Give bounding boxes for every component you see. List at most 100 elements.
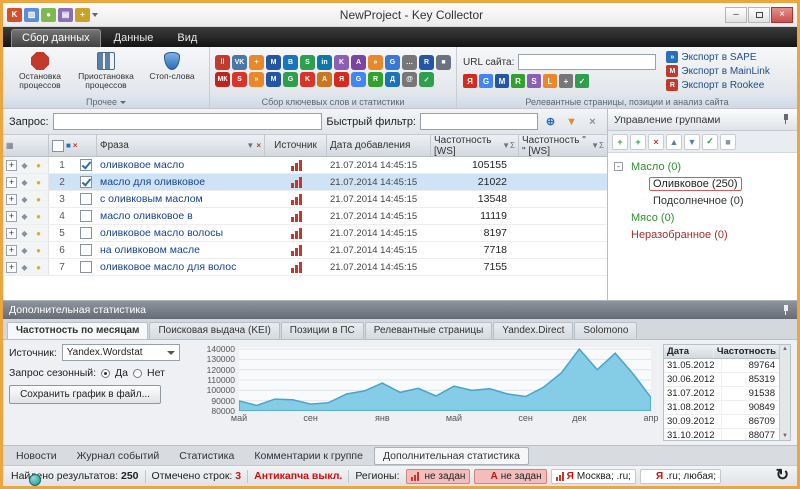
row-bin-icon[interactable]: ◆ [18, 210, 31, 223]
region-badge[interactable]: не задан [406, 469, 471, 484]
select-all-checkbox[interactable] [52, 140, 64, 152]
region-badge[interactable]: Я .ru; любая; [640, 469, 721, 484]
groups-toolbar-icon[interactable]: ■ [720, 134, 736, 150]
tree-node[interactable]: Подсолнечное (0) [610, 192, 795, 209]
row-expand-icon[interactable]: + [6, 211, 17, 222]
col-header-date[interactable]: Дата добавления [327, 135, 431, 156]
row-lamp-icon[interactable]: ● [32, 193, 45, 206]
ribbon-big-button[interactable]: Приостановка процессов [74, 49, 138, 94]
groups-toolbar-icon[interactable]: × [648, 134, 664, 150]
service-icon[interactable]: VK [232, 55, 247, 70]
groups-toolbar-icon[interactable]: + [612, 134, 628, 150]
row-checkbox[interactable] [80, 159, 92, 171]
groups-toolbar-icon[interactable]: ▼ [684, 134, 700, 150]
tree-node[interactable]: - Масло (0) [610, 158, 795, 175]
save-chart-button[interactable]: Сохранить график в файл... [9, 385, 161, 404]
ribbon-big-button[interactable]: Остановка процессов [8, 49, 72, 94]
minimize-button[interactable]: – [725, 7, 747, 23]
service-icon[interactable]: L [543, 74, 557, 88]
service-icon[interactable]: ✓ [419, 72, 434, 87]
row-bin-icon[interactable]: ◆ [18, 244, 31, 257]
row-expand-icon[interactable]: + [6, 228, 17, 239]
row-bin-icon[interactable]: ◆ [18, 193, 31, 206]
freq-col-date[interactable]: Дата [664, 345, 714, 358]
service-icon[interactable]: K [334, 55, 349, 70]
ribbon-tab[interactable]: Вид [166, 29, 208, 47]
groups-toolbar-icon[interactable]: ▲ [666, 134, 682, 150]
qat-icon[interactable]: + [75, 8, 90, 22]
service-icon[interactable]: B [283, 55, 298, 70]
region-badge[interactable]: Я Москва; .ru; [551, 469, 636, 484]
row-bin-icon[interactable]: ◆ [18, 159, 31, 172]
service-icon[interactable]: R [419, 55, 434, 70]
service-icon[interactable]: ✓ [575, 74, 589, 88]
row-lamp-icon[interactable]: ● [32, 244, 45, 257]
row-expand-icon[interactable]: + [6, 177, 17, 188]
row-lamp-icon[interactable]: ● [32, 227, 45, 240]
service-icon[interactable]: G [351, 72, 366, 87]
table-row[interactable]: + ◆ ● 7 оливковое масло для волос 21.07.… [3, 259, 607, 276]
filter-funnel-icon[interactable]: ▼ [563, 113, 580, 130]
bottom-tab[interactable]: Комментарии к группе [245, 447, 372, 465]
service-icon[interactable]: M [266, 55, 281, 70]
row-lamp-icon[interactable]: ● [32, 210, 45, 223]
row-checkbox[interactable] [80, 261, 92, 273]
row-expand-icon[interactable]: + [6, 160, 17, 171]
service-icon[interactable]: ■ [436, 55, 451, 70]
service-icon[interactable]: S [527, 74, 541, 88]
phrase-cell[interactable]: оливковое масло для волос [97, 259, 265, 275]
scrollbar[interactable]: ▲▼ [779, 345, 790, 440]
service-icon[interactable]: M [495, 74, 509, 88]
ribbon-big-button[interactable]: Стоп-слова [140, 49, 204, 94]
clear-filter-icon[interactable]: × [256, 141, 261, 150]
stats-tab[interactable]: Частотность по месяцам [7, 322, 148, 339]
service-icon[interactable]: ll [215, 55, 230, 70]
seasonal-no-radio[interactable] [133, 369, 142, 378]
sum-icon[interactable]: Σ [599, 141, 604, 150]
seasonal-yes-radio[interactable] [101, 369, 110, 378]
col-header-ws[interactable]: Частотность [WS] ▼Σ [431, 135, 519, 156]
bottom-tab[interactable]: Дополнительная статистика [374, 447, 529, 465]
service-icon[interactable]: K [300, 72, 315, 87]
qat-icon[interactable]: ▤ [58, 8, 73, 22]
service-icon[interactable]: » [249, 72, 264, 87]
ribbon-tab[interactable]: Сбор данных [11, 29, 101, 47]
tree-expander-icon[interactable]: - [614, 162, 623, 171]
qat-icon[interactable]: ▥ [24, 8, 39, 22]
col-header-phrase[interactable]: Фраза ▼ × [97, 135, 265, 156]
row-checkbox[interactable] [80, 176, 92, 188]
stats-tab[interactable]: Solomono [574, 322, 637, 339]
stats-tab[interactable]: Релевантные страницы [365, 322, 493, 339]
bottom-tab[interactable]: Статистика [170, 447, 243, 465]
refresh-icon[interactable]: ↻ [776, 468, 789, 484]
export-link[interactable]: R Экспорт в Rookee [666, 79, 769, 91]
service-icon[interactable]: G [385, 55, 400, 70]
groups-toolbar-icon[interactable]: + [630, 134, 646, 150]
row-expand-icon[interactable]: + [6, 194, 17, 205]
col-header-source[interactable]: Источник [265, 135, 327, 156]
col-header-check[interactable]: ■ × [49, 135, 97, 156]
table-row[interactable]: + ◆ ● 2 масло для оливковое 21.07.2014 1… [3, 174, 607, 191]
tree-node[interactable]: Неразобранное (0) [610, 226, 795, 243]
service-icon[interactable]: + [559, 74, 573, 88]
site-url-input[interactable] [518, 54, 656, 70]
maximize-button[interactable] [748, 7, 770, 23]
phrase-cell[interactable]: оливковое масло волосы [97, 225, 265, 241]
filter-funnel-icon[interactable]: ▼ [502, 141, 510, 150]
groups-toolbar-icon[interactable]: ✓ [702, 134, 718, 150]
row-bin-icon[interactable]: ◆ [18, 227, 31, 240]
table-row[interactable]: + ◆ ● 1 оливковое масло 21.07.2014 14:45… [3, 157, 607, 174]
freq-col-value[interactable]: Частотность [714, 345, 779, 358]
table-row[interactable]: + ◆ ● 4 масло оливковое в 21.07.2014 14:… [3, 208, 607, 225]
tree-node[interactable]: Мясо (0) [610, 209, 795, 226]
service-icon[interactable]: A [317, 72, 332, 87]
service-icon[interactable]: in [317, 55, 332, 70]
region-badge[interactable]: А не задан [474, 469, 546, 484]
qat-icon[interactable]: K [7, 8, 22, 22]
stats-tab[interactable]: Yandex.Direct [493, 322, 573, 339]
sum-icon[interactable]: Σ [510, 141, 515, 150]
pin-icon[interactable] [781, 305, 791, 316]
bottom-tab[interactable]: Журнал событий [68, 447, 169, 465]
ribbon-group-caption[interactable]: Прочее [3, 96, 209, 108]
service-icon[interactable]: МК [215, 72, 230, 87]
